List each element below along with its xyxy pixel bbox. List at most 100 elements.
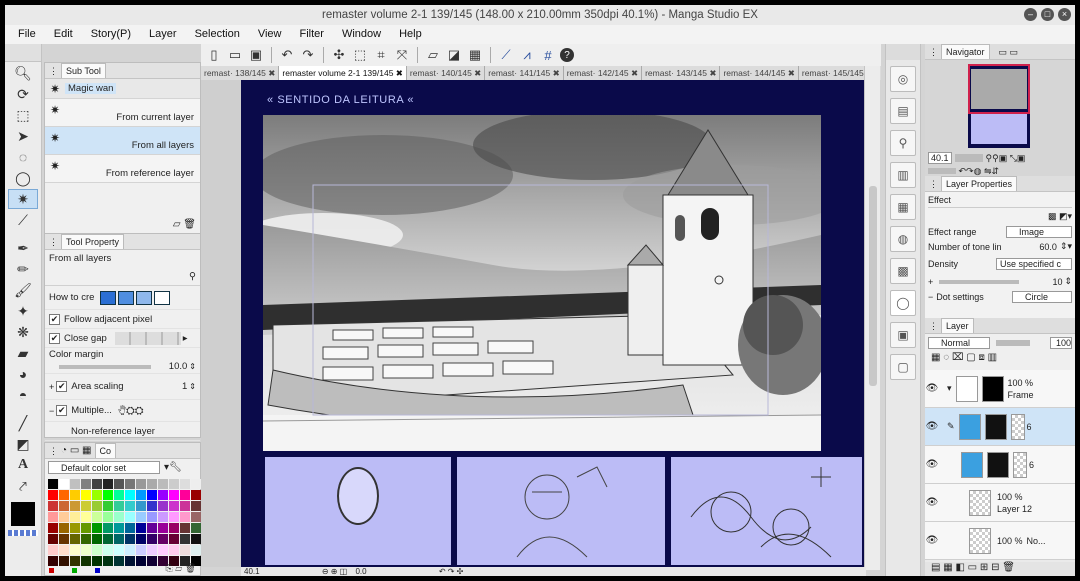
subtool-from-all[interactable]: ✷ From all layers [45,127,200,155]
save-icon[interactable]: ▣ [247,46,265,64]
pen-tool-icon[interactable]: ✒ [8,238,38,258]
color-swatch[interactable] [191,479,201,489]
color-swatch[interactable] [158,479,168,489]
decoration-tool-icon[interactable]: ❋ [8,322,38,342]
color-swatch[interactable] [136,479,146,489]
color-swatch[interactable] [158,501,168,511]
color-swatch[interactable] [125,512,135,522]
color-swatch[interactable] [59,490,69,500]
color-swatch[interactable] [136,534,146,544]
multiple-checkbox[interactable]: ✔ [56,405,68,416]
canvas-vertical-scrollbar[interactable] [864,66,880,570]
color-set-dropdown[interactable]: Default color set [48,461,160,474]
color-swatch[interactable] [136,501,146,511]
color-swatch[interactable] [70,479,80,489]
draft-layer-icon[interactable]: ▱ [424,46,442,64]
navigator-zoom-value[interactable]: 40.1 [928,152,952,164]
menu-story[interactable]: Story(P) [82,25,140,44]
add-selection-icon[interactable] [118,290,135,305]
color-swatch[interactable] [92,523,102,533]
text-tool-icon[interactable]: A [8,455,38,475]
color-swatch[interactable] [92,512,102,522]
color-swatch[interactable] [59,545,69,555]
eraser-tool-icon[interactable]: ▰ [8,343,38,363]
color-swatch[interactable] [147,534,157,544]
selection-mode-buttons[interactable] [100,290,171,305]
color-swatch[interactable] [125,545,135,555]
color-swatch[interactable] [103,556,113,566]
color-swatch[interactable] [114,545,124,555]
color-swatch[interactable] [81,534,91,544]
rotate-tool-icon[interactable]: ⟳ [8,84,38,104]
color-swatch[interactable] [59,501,69,511]
layer-tab[interactable]: Layer [941,318,974,333]
history-panel-icon[interactable]: ▤ [890,98,916,124]
tone-effect-icon[interactable]: ▩ ◩▾ [928,211,1072,222]
color-swatch[interactable] [169,523,179,533]
color-set-tab[interactable]: Co [94,443,117,458]
color-swatch[interactable] [114,512,124,522]
snap-grid-icon[interactable]: # [539,46,557,64]
color-swatch[interactable] [81,545,91,555]
color-swatch[interactable] [70,490,80,500]
subview-tab-icon[interactable]: ▭ ▭ [999,44,1019,60]
color-swatch[interactable] [136,545,146,555]
visibility-eye-icon[interactable]: 👁︎ [925,535,939,546]
doc-tab[interactable]: remast· 143/145 ✖ [642,66,721,80]
menu-layer[interactable]: Layer [140,25,186,44]
doc-tab[interactable]: remast· 144/145 ✖ [720,66,799,80]
layer-row-selected[interactable]: 👁︎ ✎ 6 [925,408,1075,446]
color-swatch[interactable] [191,512,201,522]
doc-tab[interactable]: remast· 141/145 ✖ [485,66,564,80]
layer-opacity-value[interactable]: 100 [1050,337,1072,349]
color-swatch[interactable] [147,501,157,511]
eyedropper-icon[interactable]: ⟋ [8,210,38,230]
color-set-footer-icons[interactable]: ⎘ ▱ 🗑︎ [166,563,196,574]
color-swatch[interactable] [48,523,58,533]
color-swatch[interactable] [136,523,146,533]
layer-row[interactable]: 👁︎ 100 % Layer 12 [925,484,1075,522]
color-swatch[interactable] [114,501,124,511]
color-swatch[interactable] [92,534,102,544]
color-set-settings-icon[interactable]: ▾🔧︎ [164,462,182,473]
layer-toolbar-icons[interactable]: ▦ ◌ ⌧ ▢ ⧈ ▥ [925,352,1075,370]
color-swatch[interactable] [70,512,80,522]
color-swatch[interactable] [169,490,179,500]
reference-layer-icons[interactable]: 🖐︎⛭⛭ [118,404,144,418]
lasso-tool-icon[interactable]: ◌ [8,147,38,167]
color-swatch[interactable] [103,534,113,544]
tone-lines-value[interactable]: 60.0 [1039,242,1057,252]
color-swatch[interactable] [70,545,80,555]
color-swatch[interactable] [158,490,168,500]
dot-shape-dropdown[interactable]: Circle [1012,291,1072,303]
balloon-tool-icon[interactable]: ⤤ [8,476,38,496]
color-swatch[interactable] [180,523,190,533]
color-swatch[interactable] [81,501,91,511]
layer-footer-icons[interactable]: ▤ ▦ ◧ ▭ ⊞ ⊟ 🗑︎ [925,562,1075,576]
color-swatch[interactable] [48,501,58,511]
sub-view-icon[interactable]: ▣ [890,322,916,348]
color-swatch[interactable] [81,523,91,533]
color-chip[interactable] [72,568,77,573]
material-panel-icon[interactable]: ◎ [890,66,916,92]
color-swatch[interactable] [125,479,135,489]
zoom-tool-icon[interactable]: 🔍︎ [8,63,38,83]
minimize-icon[interactable]: – [1024,8,1037,21]
ellipse-select-icon[interactable]: ◯ [8,168,38,188]
intersect-selection-icon[interactable] [154,290,171,305]
color-swatch[interactable] [103,545,113,555]
color-swatch[interactable] [92,490,102,500]
color-swatch[interactable] [48,490,58,500]
color-swatch[interactable] [169,479,179,489]
layer-row[interactable]: 👁︎ 6 [925,446,1075,484]
color-swatch[interactable] [147,556,157,566]
object-tool-icon[interactable]: ➤ [8,126,38,146]
color-swatch[interactable] [103,490,113,500]
color-swatch[interactable] [103,479,113,489]
layer-row[interactable]: 👁︎ ▾ 100 % Frame [925,370,1075,408]
color-swatch[interactable] [191,523,201,533]
color-swatch[interactable] [147,512,157,522]
color-swatch[interactable] [125,501,135,511]
canvas-area[interactable]: « SENTIDO DA LEITURA « [201,80,864,567]
color-swatch[interactable] [125,523,135,533]
